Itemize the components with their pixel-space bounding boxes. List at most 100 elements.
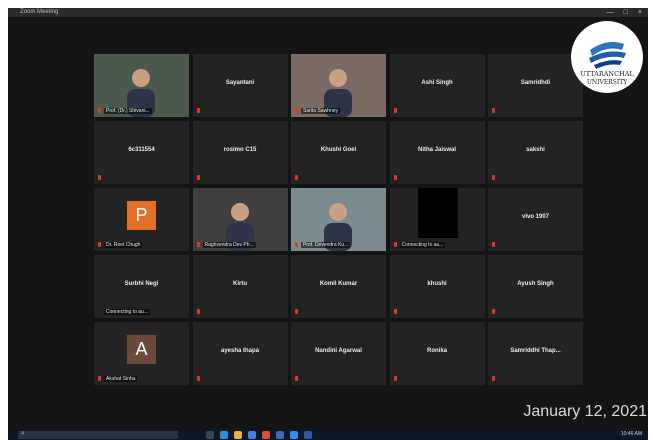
participant-name: Komil Kumar <box>319 281 358 287</box>
muted-mic-icon <box>393 309 397 314</box>
participant-tile[interactable]: A Akshat Sinha <box>94 322 189 385</box>
participant-name: Surbhi Negi <box>124 281 159 287</box>
participant-tile[interactable]: 6c311554 <box>94 121 189 184</box>
muted-mic-icon <box>492 175 495 180</box>
task-view-icon[interactable] <box>206 431 214 439</box>
participant-name: Nandini Agarwal <box>315 348 362 354</box>
store-icon[interactable] <box>248 431 256 439</box>
participant-name: khushi <box>427 281 447 287</box>
participant-name: Khushi Goel <box>320 147 357 153</box>
participant-tile[interactable]: Prof. (Dr.) Shivani... <box>94 54 189 117</box>
participant-tile[interactable]: Komil Kumar <box>291 255 386 318</box>
participant-name: rosimo C15 <box>223 147 257 153</box>
word-icon[interactable] <box>304 431 312 439</box>
participant-tile[interactable]: ayesha thapa <box>192 322 288 385</box>
participant-name: vivo 1907 <box>521 214 550 220</box>
svg-text:UNIVERSITY: UNIVERSITY <box>587 79 628 86</box>
close-button[interactable]: × <box>638 8 642 17</box>
window-controls: — □ × <box>607 8 642 17</box>
participant-tile[interactable]: Sayantani <box>192 54 288 117</box>
mail-icon[interactable] <box>276 431 284 439</box>
participant-name: Sayantani <box>225 80 255 86</box>
muted-mic-icon <box>492 376 495 381</box>
taskbar-search[interactable]: ⌕ <box>18 430 178 439</box>
participant-tile[interactable]: Ayush Singh <box>488 255 583 318</box>
participant-name: Ayush Singh <box>517 281 554 287</box>
participant-video <box>417 188 458 238</box>
muted-mic-icon <box>295 376 298 381</box>
participant-name: Samriddhi Thap... <box>510 348 561 354</box>
participant-tile[interactable]: Samriddhi Thap... <box>488 322 583 385</box>
participant-tile[interactable]: Surbhi Negi Connecting to au... <box>94 255 189 318</box>
explorer-icon[interactable] <box>234 431 242 439</box>
participant-name: 6c311554 <box>128 147 155 153</box>
muted-mic-icon <box>196 108 200 113</box>
maximize-button[interactable]: □ <box>624 8 628 17</box>
muted-mic-icon <box>98 376 101 381</box>
muted-mic-icon <box>98 242 101 247</box>
muted-mic-icon <box>98 108 101 113</box>
participant-tile[interactable]: Prof. Devendra Ku... <box>291 188 386 251</box>
muted-mic-icon <box>295 309 298 314</box>
participant-tile[interactable]: Nandini Agarwal <box>291 322 386 385</box>
window-title: Zoom Meeting <box>20 9 59 15</box>
participant-tile[interactable]: Raghvendra Dev Ph... <box>192 188 288 251</box>
participant-name: Kirtu <box>233 281 247 287</box>
avatar: P <box>127 201 156 230</box>
participant-tile[interactable]: khushi <box>389 255 485 318</box>
participant-tile[interactable]: Ronika <box>389 322 485 385</box>
participant-name: Ronika <box>426 348 447 354</box>
svg-text:UTTARANCHAL: UTTARANCHAL <box>580 70 634 78</box>
edge-icon[interactable] <box>220 431 228 439</box>
participant-caption: Akshat Sinha <box>104 376 138 382</box>
date-watermark: January 12, 2021 <box>523 403 647 420</box>
participant-caption: Connecting to au... <box>104 309 150 315</box>
participant-name: Ashi Singh <box>421 80 453 86</box>
muted-mic-icon <box>393 242 397 247</box>
minimize-button[interactable]: — <box>607 8 614 17</box>
muted-mic-icon <box>492 108 495 113</box>
participant-tile[interactable]: Connecting to au... <box>389 188 485 251</box>
gallery-grid: Prof. (Dr.) Shivani... Sayantani Sarita Sa… <box>94 54 588 385</box>
participant-tile[interactable]: rosimo C15 <box>192 121 288 184</box>
avatar: A <box>127 335 156 364</box>
chrome-icon[interactable] <box>262 431 270 439</box>
participant-name: sakshi <box>526 147 545 153</box>
participant-name: ayesha thapa <box>220 348 260 354</box>
zoom-icon[interactable] <box>290 431 298 439</box>
participant-name: Samridhdi <box>520 80 551 86</box>
muted-mic-icon <box>196 242 200 247</box>
participant-caption: Raghvendra Dev Ph... <box>202 242 256 248</box>
muted-mic-icon <box>492 309 495 314</box>
muted-mic-icon <box>295 242 298 247</box>
participant-tile[interactable]: Ashi Singh <box>389 54 485 117</box>
muted-mic-icon <box>492 242 495 247</box>
participant-tile[interactable]: Sarita Sawhney <box>291 54 386 117</box>
participant-tile[interactable]: Samridhdi <box>488 54 583 117</box>
muted-mic-icon <box>295 108 298 113</box>
participant-tile[interactable]: Kirtu <box>192 255 288 318</box>
search-icon: ⌕ <box>21 430 25 437</box>
participant-caption: Sarita Sawhney <box>301 108 341 114</box>
muted-mic-icon <box>98 175 101 180</box>
muted-mic-icon <box>196 175 200 180</box>
muted-mic-icon <box>393 175 397 180</box>
muted-mic-icon <box>393 376 397 381</box>
windows-taskbar: ⌕ 10:46 AM <box>8 430 648 440</box>
muted-mic-icon <box>393 108 397 113</box>
participant-caption: Prof. (Dr.) Shivani... <box>104 108 152 114</box>
zoom-window: Zoom Meeting — □ × Prof. (Dr.) Shivani..… <box>8 8 648 432</box>
taskbar-apps <box>206 431 312 439</box>
participant-tile[interactable]: sakshi <box>488 121 583 184</box>
muted-mic-icon <box>295 175 298 180</box>
participant-tile[interactable]: vivo 1907 <box>488 188 583 251</box>
title-bar: Zoom Meeting — □ × <box>8 8 648 17</box>
participant-name: Nitha Jaiswal <box>417 147 456 153</box>
university-logo: UTTARANCHAL UNIVERSITY <box>570 20 644 94</box>
participant-caption: Connecting to au... <box>399 242 446 248</box>
participant-tile[interactable]: Khushi Goel <box>291 121 386 184</box>
taskbar-clock: 10:46 AM <box>620 431 642 437</box>
muted-mic-icon <box>196 309 200 314</box>
participant-tile[interactable]: Nitha Jaiswal <box>389 121 485 184</box>
participant-tile[interactable]: P Dr. Reet Chugh <box>94 188 189 251</box>
